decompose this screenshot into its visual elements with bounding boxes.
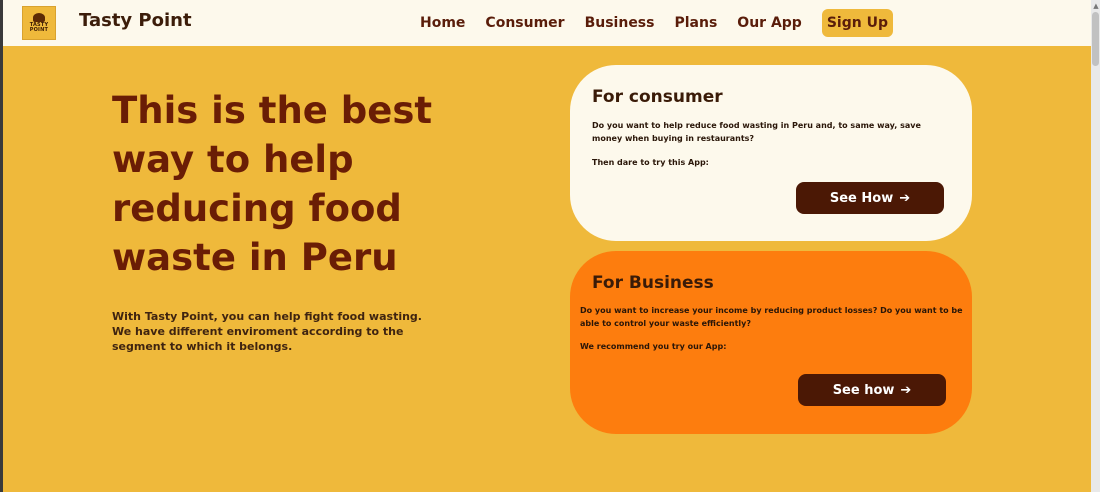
consumer-see-how-label: See How [829, 190, 894, 206]
business-card-text: Do you want to increase your income by r… [580, 306, 963, 328]
consumer-card-title: For consumer [592, 87, 723, 107]
business-card-cta: We recommend you try our App: [580, 342, 727, 351]
hero-title: This is the best way to help reducing fo… [112, 89, 433, 279]
logo[interactable]: TASTY POINT [22, 6, 56, 40]
business-see-how-label: See how [832, 382, 895, 398]
consumer-card-text: Do you want to help reduce food wasting … [592, 121, 921, 143]
nav-item-plans[interactable]: Plans [674, 15, 717, 31]
nav-item-our-app[interactable]: Our App [737, 15, 802, 31]
consumer-card: For consumer Do you want to help reduce … [570, 65, 972, 241]
sign-up-button[interactable]: Sign Up [821, 9, 893, 37]
business-card-title: For Business [592, 273, 714, 293]
scrollbar[interactable] [1091, 0, 1100, 492]
business-card: For Business Do you want to increase you… [570, 251, 972, 434]
brand-name[interactable]: Tasty Point [79, 10, 192, 31]
navbar: TASTY POINT Tasty Point Home Consumer Bus… [0, 0, 1091, 46]
scrollbar-thumb[interactable] [1092, 12, 1099, 66]
window-border [0, 0, 3, 492]
page: TASTY POINT Tasty Point Home Consumer Bus… [0, 0, 1091, 492]
business-see-how-button[interactable]: See how ➔ [798, 374, 946, 406]
consumer-see-how-button[interactable]: See How ➔ [796, 182, 944, 214]
arrow-right-icon: ➔ [900, 382, 912, 398]
nav-item-consumer[interactable]: Consumer [485, 15, 564, 31]
consumer-card-cta: Then dare to try this App: [592, 158, 709, 167]
scroll-up-arrow-icon[interactable]: ▲ [1092, 2, 1100, 10]
arrow-right-icon: ➔ [899, 190, 911, 206]
nav-item-business[interactable]: Business [585, 15, 655, 31]
chef-hat-icon [33, 13, 45, 22]
hero-subtitle: With Tasty Point, you can help fight foo… [112, 310, 422, 353]
main-nav: Home Consumer Business Plans Our App Sig… [410, 8, 893, 38]
nav-item-home[interactable]: Home [420, 15, 465, 31]
logo-text: TASTY POINT [29, 22, 49, 33]
